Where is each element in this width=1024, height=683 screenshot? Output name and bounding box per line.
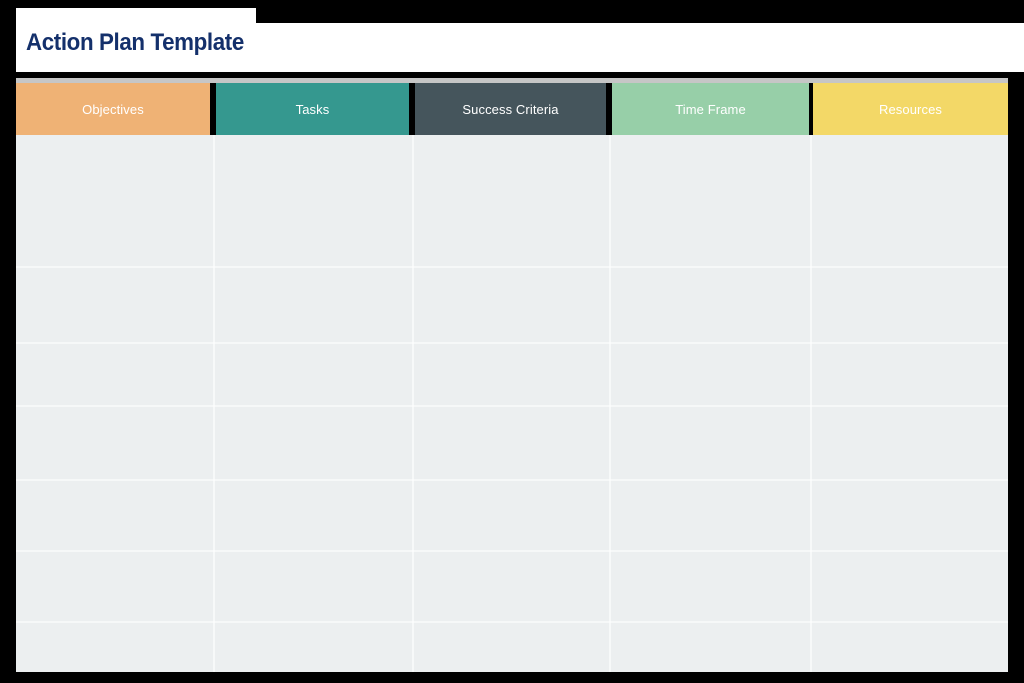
table-cell[interactable] xyxy=(216,405,409,479)
table-cell[interactable] xyxy=(813,135,1008,266)
table-cell[interactable] xyxy=(16,266,210,342)
column-header-label: Resources xyxy=(878,101,943,117)
table-cell[interactable] xyxy=(612,342,809,405)
table-cell[interactable] xyxy=(216,342,409,405)
table-cell[interactable] xyxy=(813,405,1008,479)
table-cell[interactable] xyxy=(415,621,606,672)
column-header-label: Time Frame xyxy=(675,101,746,117)
title-tab-accent xyxy=(16,8,256,24)
table-cell[interactable] xyxy=(415,135,606,266)
table-cell[interactable] xyxy=(612,550,809,621)
column-header-label: Objectives xyxy=(82,101,144,117)
table-cell[interactable] xyxy=(415,266,606,342)
table-cell[interactable] xyxy=(216,135,409,266)
table-cell[interactable] xyxy=(415,550,606,621)
table-cell[interactable] xyxy=(216,550,409,621)
page-title: Action Plan Template xyxy=(26,29,244,56)
table-cell[interactable] xyxy=(16,550,210,621)
table-header-row: Objectives Tasks Success Criteria Time Fram… xyxy=(16,83,1008,135)
column-gridline xyxy=(609,135,611,672)
table-cell[interactable] xyxy=(612,266,809,342)
table-cell[interactable] xyxy=(216,479,409,550)
table-cell[interactable] xyxy=(415,405,606,479)
column-gridline xyxy=(213,135,215,672)
table-cell[interactable] xyxy=(16,621,210,672)
table-cell[interactable] xyxy=(612,621,809,672)
table-cell[interactable] xyxy=(612,405,809,479)
column-gridline xyxy=(810,135,812,672)
table-cell[interactable] xyxy=(612,479,809,550)
table-cell[interactable] xyxy=(16,135,210,266)
column-header-time-frame[interactable]: Time Frame xyxy=(612,83,809,135)
table-cell[interactable] xyxy=(415,479,606,550)
table-cell[interactable] xyxy=(216,621,409,672)
action-plan-table: Objectives Tasks Success Criteria Time Fram… xyxy=(16,78,1008,672)
column-gridline xyxy=(412,135,414,672)
table-cell[interactable] xyxy=(813,342,1008,405)
table-cell[interactable] xyxy=(16,479,210,550)
table-cell[interactable] xyxy=(612,135,809,266)
table-cell[interactable] xyxy=(415,342,606,405)
table-body xyxy=(16,135,1008,672)
document-title-bar: Action Plan Template xyxy=(16,23,1024,72)
table-cell[interactable] xyxy=(813,550,1008,621)
column-header-label: Success Criteria xyxy=(462,101,559,117)
column-header-objectives[interactable]: Objectives xyxy=(16,83,210,135)
column-header-label: Tasks xyxy=(295,101,330,117)
table-cell[interactable] xyxy=(813,266,1008,342)
table-cell[interactable] xyxy=(813,621,1008,672)
table-cell[interactable] xyxy=(16,405,210,479)
column-header-resources[interactable]: Resources xyxy=(813,83,1008,135)
column-header-success-criteria[interactable]: Success Criteria xyxy=(415,83,606,135)
table-cell[interactable] xyxy=(813,479,1008,550)
table-cell[interactable] xyxy=(216,266,409,342)
column-header-tasks[interactable]: Tasks xyxy=(216,83,409,135)
table-cell[interactable] xyxy=(16,342,210,405)
